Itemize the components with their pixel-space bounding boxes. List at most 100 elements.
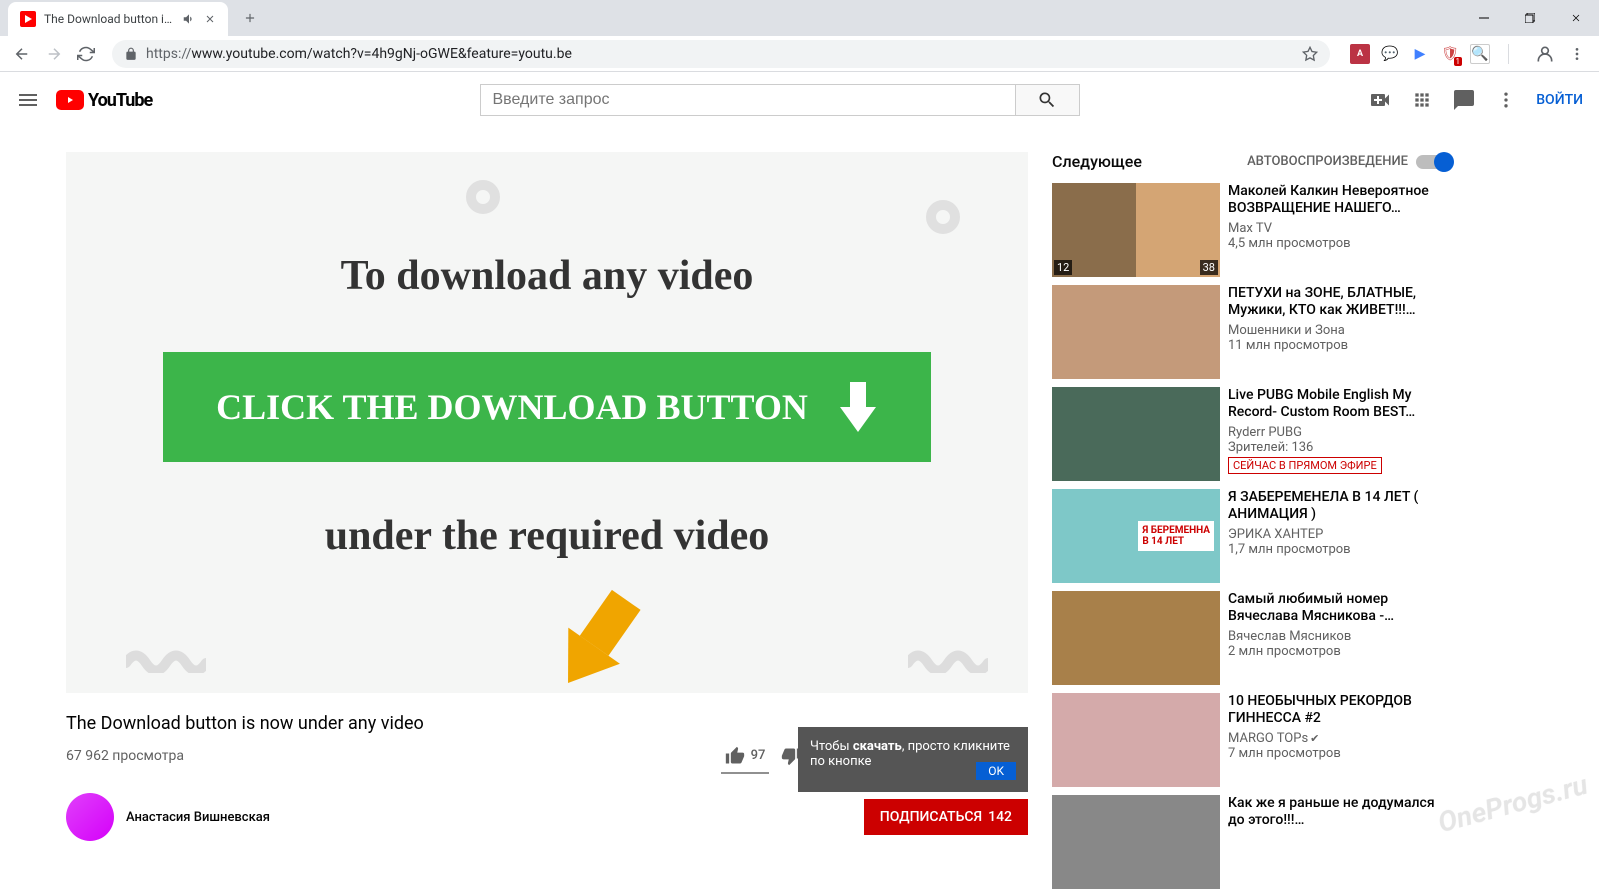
channel-row: Анастасия Вишневская ПОДПИСАТЬСЯ142 <box>66 793 1028 841</box>
zoom-ext-icon[interactable]: 🔍 <box>1470 44 1490 64</box>
apps-icon[interactable] <box>1412 90 1432 110</box>
recommendation-title: Самый любимый номер Вячеслава Мясникова … <box>1228 591 1452 625</box>
hamburger-menu-button[interactable] <box>16 88 40 112</box>
shield-ext-icon[interactable]: 🛡1 <box>1440 44 1460 64</box>
video-meta-row: 67 962 просмотра 97 35 Скачать 720 <box>66 742 1028 777</box>
recommendation-thumbnail <box>1052 693 1220 787</box>
forward-button[interactable] <box>40 40 68 68</box>
video-download-banner: CLICK THE DOWNLOAD BUTTON <box>163 352 931 462</box>
tabs-row: The Download button is now <box>0 0 1599 36</box>
window-close-button[interactable] <box>1553 0 1599 36</box>
recommendation-item[interactable]: ПЕТУХИ на ЗОНЕ, БЛАТНЫЕ, Мужики, КТО как… <box>1052 285 1452 379</box>
tooltip-ok-button[interactable]: OK <box>976 762 1016 780</box>
channel-name[interactable]: Анастасия Вишневская <box>126 810 270 825</box>
recommendation-views: 11 млн просмотров <box>1228 338 1452 353</box>
recommendation-title: 10 НЕОБЫЧНЫХ РЕКОРДОВ ГИННЕССА #2 <box>1228 693 1452 727</box>
like-button[interactable]: 97 <box>721 746 770 774</box>
verified-icon: ✔ <box>1310 732 1319 745</box>
recommendation-thumbnail <box>1052 591 1220 685</box>
profile-button[interactable] <box>1531 40 1559 68</box>
download-tooltip: Чтобы скачать, просто кликните по кнопке… <box>798 727 1028 792</box>
recommendation-thumbnail: 1238 <box>1052 183 1220 277</box>
recommendation-info: Как же я раньше не додумался до этого!!!… <box>1228 795 1452 889</box>
live-badge: СЕЙЧАС В ПРЯМОМ ЭФИРЕ <box>1228 457 1382 474</box>
recommendation-info: Маколей Калкин Невероятное ВОЗВРАЩЕНИЕ Н… <box>1228 183 1452 277</box>
recommendation-channel: Мошенники и Зона <box>1228 323 1452 338</box>
audio-icon[interactable] <box>182 12 196 26</box>
recommendation-info: Я ЗАБЕРЕМЕНЕЛА В 14 ЛЕТ ( АНИМАЦИЯ ) ЭРИ… <box>1228 489 1452 583</box>
recommendation-info: Самый любимый номер Вячеслава Мясникова … <box>1228 591 1452 685</box>
browser-menu-button[interactable] <box>1563 40 1591 68</box>
recommendation-views: 2 млн просмотров <box>1228 644 1452 659</box>
content-area: To download any video CLICK THE DOWNLOAD… <box>0 128 1599 860</box>
recommendation-info: Live PUBG Mobile English My Record- Cust… <box>1228 387 1452 481</box>
play-ext-icon[interactable]: ▶ <box>1410 44 1430 64</box>
search-button[interactable] <box>1015 84 1080 116</box>
messages-icon[interactable] <box>1452 88 1476 112</box>
search-box <box>480 84 1080 116</box>
recommendation-item[interactable]: 1238 Маколей Калкин Невероятное ВОЗВРАЩЕ… <box>1052 183 1452 277</box>
recommendation-channel: Вячеслав Мясников <box>1228 629 1452 644</box>
extension-icons: A 💬 ▶ 🛡1 🔍 <box>1342 44 1498 64</box>
back-button[interactable] <box>8 40 36 68</box>
recommendation-item[interactable]: Как же я раньше не додумался до этого!!!… <box>1052 795 1452 889</box>
settings-menu-icon[interactable] <box>1496 90 1516 110</box>
youtube-logo-text: YouTube <box>88 90 152 111</box>
channel-avatar[interactable] <box>66 793 114 841</box>
create-video-icon[interactable] <box>1368 88 1392 112</box>
recommendation-title: Маколей Калкин Невероятное ВОЗВРАЩЕНИЕ Н… <box>1228 183 1452 217</box>
main-column: To download any video CLICK THE DOWNLOAD… <box>66 152 1028 860</box>
recommendation-thumbnail <box>1052 795 1220 889</box>
login-button[interactable]: ВОЙТИ <box>1536 92 1583 108</box>
lock-icon <box>124 47 138 61</box>
youtube-favicon <box>20 11 36 27</box>
recommendation-item[interactable]: Самый любимый номер Вячеслава Мясникова … <box>1052 591 1452 685</box>
new-tab-button[interactable] <box>236 4 264 32</box>
subscribe-button[interactable]: ПОДПИСАТЬСЯ142 <box>864 799 1028 835</box>
recommendation-views: 1,7 млн просмотров <box>1228 542 1452 557</box>
recommendation-info: 10 НЕОБЫЧНЫХ РЕКОРДОВ ГИННЕССА #2 MARGO … <box>1228 693 1452 787</box>
recommendation-channel: Max TV <box>1228 221 1452 236</box>
search-input[interactable] <box>480 84 1015 116</box>
recommendation-views: Зрителей: 136 <box>1228 440 1452 455</box>
sidebar-column: Следующее АВТОВОСПРОИЗВЕДЕНИЕ 1238 Макол… <box>1052 152 1452 860</box>
pdf-ext-icon[interactable]: A <box>1350 44 1370 64</box>
maximize-button[interactable] <box>1507 0 1553 36</box>
address-row: https://www.youtube.com/watch?v=4h9gNj-o… <box>0 36 1599 72</box>
youtube-logo-icon <box>56 90 84 110</box>
autoplay-toggle[interactable] <box>1416 155 1452 169</box>
chat-ext-icon[interactable]: 💬 <box>1380 44 1400 64</box>
reload-button[interactable] <box>72 40 100 68</box>
video-text-1: To download any video <box>341 252 754 300</box>
window-controls <box>1461 0 1599 36</box>
recommendation-title: ПЕТУХИ на ЗОНЕ, БЛАТНЫЕ, Мужики, КТО как… <box>1228 285 1452 319</box>
minimize-button[interactable] <box>1461 0 1507 36</box>
youtube-header: YouTube ВОЙТИ <box>0 72 1599 128</box>
view-count: 67 962 просмотра <box>66 748 184 764</box>
recommendation-title: Live PUBG Mobile English My Record- Cust… <box>1228 387 1452 421</box>
upnext-title: Следующее <box>1052 152 1142 171</box>
url-text: https://www.youtube.com/watch?v=4h9gNj-o… <box>146 46 1294 62</box>
video-player[interactable]: To download any video CLICK THE DOWNLOAD… <box>66 152 1028 693</box>
recommendation-thumbnail <box>1052 387 1220 481</box>
youtube-logo[interactable]: YouTube <box>56 90 152 111</box>
autoplay-control: АВТОВОСПРОИЗВЕДЕНИЕ <box>1247 154 1452 169</box>
recommendation-channel: ЭРИКА ХАНТЕР <box>1228 527 1452 542</box>
recommendation-channel: Ryderr PUBG <box>1228 425 1452 440</box>
upnext-row: Следующее АВТОВОСПРОИЗВЕДЕНИЕ <box>1052 152 1452 171</box>
recommendation-info: ПЕТУХИ на ЗОНЕ, БЛАТНЫЕ, Мужики, КТО как… <box>1228 285 1452 379</box>
autoplay-label: АВТОВОСПРОИЗВЕДЕНИЕ <box>1247 154 1408 169</box>
recommendation-views: 4,5 млн просмотров <box>1228 236 1452 251</box>
recommendation-channel: MARGO TOPs✔ <box>1228 731 1452 746</box>
recommendation-thumbnail <box>1052 285 1220 379</box>
bookmark-icon[interactable] <box>1302 46 1318 62</box>
recommendation-item[interactable]: Live PUBG Mobile English My Record- Cust… <box>1052 387 1452 481</box>
recommendation-thumbnail: Я БЕРЕМЕННА В 14 ЛЕТ <box>1052 489 1220 583</box>
recommendation-views: 7 млн просмотров <box>1228 746 1452 761</box>
recommendation-item[interactable]: 10 НЕОБЫЧНЫХ РЕКОРДОВ ГИННЕССА #2 MARGO … <box>1052 693 1452 787</box>
annotation-arrow <box>496 572 706 693</box>
recommendation-item[interactable]: Я БЕРЕМЕННА В 14 ЛЕТ Я ЗАБЕРЕМЕНЕЛА В 14… <box>1052 489 1452 583</box>
close-tab-icon[interactable] <box>204 13 216 25</box>
browser-tab[interactable]: The Download button is now <box>8 2 228 36</box>
address-bar[interactable]: https://www.youtube.com/watch?v=4h9gNj-o… <box>112 40 1330 68</box>
